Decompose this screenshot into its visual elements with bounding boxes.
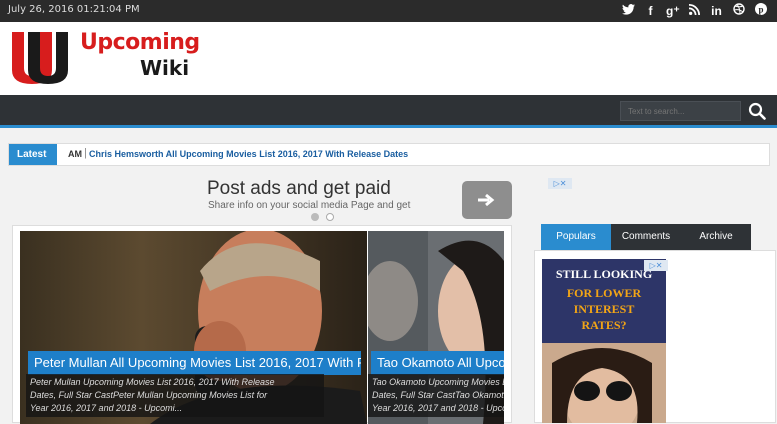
ticker-headline[interactable]: Chris Hemsworth All Upcoming Movies List… [89, 149, 408, 159]
ad-arrow-button[interactable] [462, 181, 512, 219]
ad-side-image [542, 343, 666, 423]
ad-side-line4: RATES? [581, 318, 627, 332]
slide-title[interactable]: Tao Okamoto All Upcoming Movies List 201… [371, 351, 504, 375]
ad-title[interactable]: Post ads and get paid [207, 178, 391, 200]
social-links: f g⁺ in p [622, 3, 767, 19]
ad-carousel-dot[interactable] [326, 213, 334, 221]
ticker-separator: | [84, 147, 87, 159]
ad-carousel-dot-active[interactable] [311, 213, 319, 221]
ad-side-line2: FOR LOWER [566, 286, 642, 300]
main-navbar [0, 95, 777, 128]
ad-side-line3: INTEREST [573, 302, 635, 316]
logo-text-upcoming[interactable]: Upcoming [80, 30, 200, 55]
top-bar: July 26, 2016 01:21:04 PM f g⁺ in p [0, 0, 777, 22]
current-date: July 26, 2016 01:21:04 PM [8, 4, 140, 15]
googleplus-icon[interactable]: g⁺ [666, 3, 680, 19]
sidebar-advertisement[interactable]: STILL LOOKING FOR LOWER INTEREST RATES? [542, 259, 666, 423]
rss-icon[interactable] [688, 3, 701, 19]
logo-text-wiki[interactable]: Wiki [140, 56, 189, 80]
svg-text:p: p [758, 5, 763, 15]
search-icon[interactable] [748, 102, 766, 120]
slide-item[interactable]: Peter Mullan All Upcoming Movies List 20… [20, 231, 367, 424]
ticker-label: Latest [9, 144, 57, 165]
facebook-icon[interactable]: f [644, 3, 657, 19]
ad-subtitle: Share info on your social media Page and… [208, 200, 411, 211]
ad-choices-icon[interactable]: ▷✕ [548, 178, 572, 189]
slide-excerpt: Peter Mullan Upcoming Movies List 2016, … [26, 374, 324, 417]
sidebar-tabs: Populars Comments Archive [541, 224, 751, 250]
linkedin-icon[interactable]: in [710, 3, 723, 19]
pinterest-icon[interactable]: p [754, 3, 767, 19]
slide-excerpt: Tao Okamoto Upcoming Movies List 2016, 2… [368, 374, 504, 417]
logo-icon[interactable] [10, 30, 70, 86]
top-advertisement[interactable]: Post ads and get paid Share info on your… [206, 176, 566, 226]
dribbble-icon[interactable] [732, 3, 745, 19]
news-ticker: Latest AM | Chris Hemsworth All Upcoming… [8, 143, 770, 166]
ad-choices-icon[interactable]: ▷✕ [644, 260, 668, 271]
slide-item[interactable]: Tao Okamoto All Upcoming Movies List 201… [368, 231, 504, 424]
tab-comments[interactable]: Comments [611, 224, 681, 250]
featured-slider: Peter Mullan All Upcoming Movies List 20… [12, 225, 512, 424]
slide-title[interactable]: Peter Mullan All Upcoming Movies List 20… [28, 351, 361, 375]
site-header: Upcoming Wiki [0, 22, 777, 95]
tab-populars[interactable]: Populars [541, 224, 611, 250]
twitter-icon[interactable] [622, 3, 635, 19]
ticker-time: AM [68, 149, 82, 159]
tab-archive[interactable]: Archive [681, 224, 751, 250]
search-input[interactable] [620, 101, 741, 121]
